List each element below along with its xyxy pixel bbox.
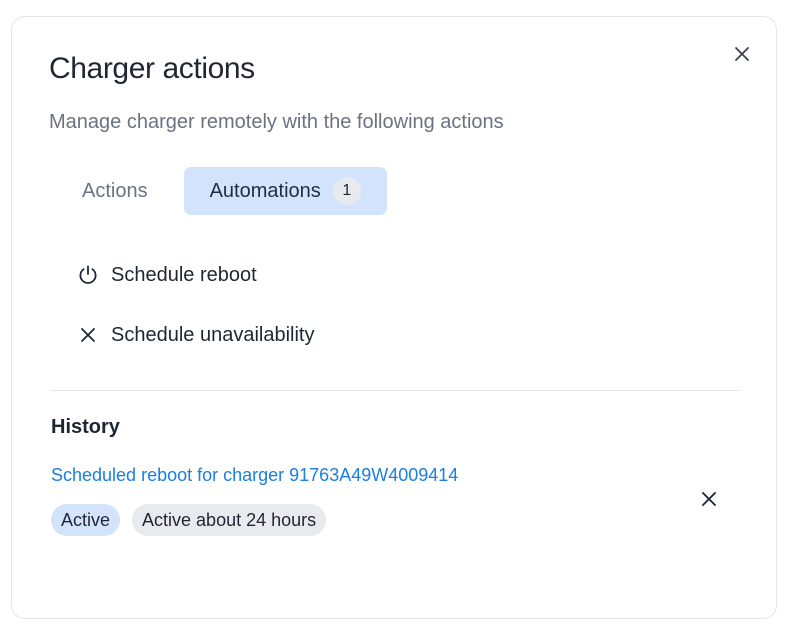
automations-count-badge: 1	[332, 177, 361, 205]
tab-actions[interactable]: Actions	[56, 167, 174, 215]
tab-bar: Actions Automations 1	[56, 167, 387, 215]
history-heading: History	[51, 416, 120, 438]
section-divider	[51, 390, 740, 391]
tab-actions-label: Actions	[82, 179, 148, 202]
dialog-subtitle: Manage charger remotely with the followi…	[49, 111, 504, 133]
history-item-link[interactable]: Scheduled reboot for charger 91763A49W40…	[51, 465, 458, 486]
remove-history-item-button[interactable]	[697, 487, 721, 511]
schedule-reboot-label: Schedule reboot	[111, 263, 257, 286]
close-icon	[76, 323, 100, 347]
schedule-unavailability-label: Schedule unavailability	[111, 323, 315, 346]
close-icon	[735, 47, 749, 61]
tab-automations[interactable]: Automations 1	[183, 167, 387, 215]
dialog-title: Charger actions	[49, 52, 255, 85]
history-item-badges: Active Active about 24 hours	[51, 504, 327, 536]
close-dialog-button[interactable]	[730, 42, 754, 66]
close-icon	[702, 492, 716, 506]
tab-automations-label: Automations	[209, 179, 321, 202]
status-badge: Active	[51, 504, 121, 536]
power-icon	[76, 263, 100, 287]
schedule-unavailability-action[interactable]: Schedule unavailability	[76, 320, 314, 350]
duration-badge: Active about 24 hours	[132, 504, 327, 536]
schedule-reboot-action[interactable]: Schedule reboot	[76, 260, 257, 290]
charger-actions-dialog: Charger actions Manage charger remotely …	[11, 16, 777, 619]
